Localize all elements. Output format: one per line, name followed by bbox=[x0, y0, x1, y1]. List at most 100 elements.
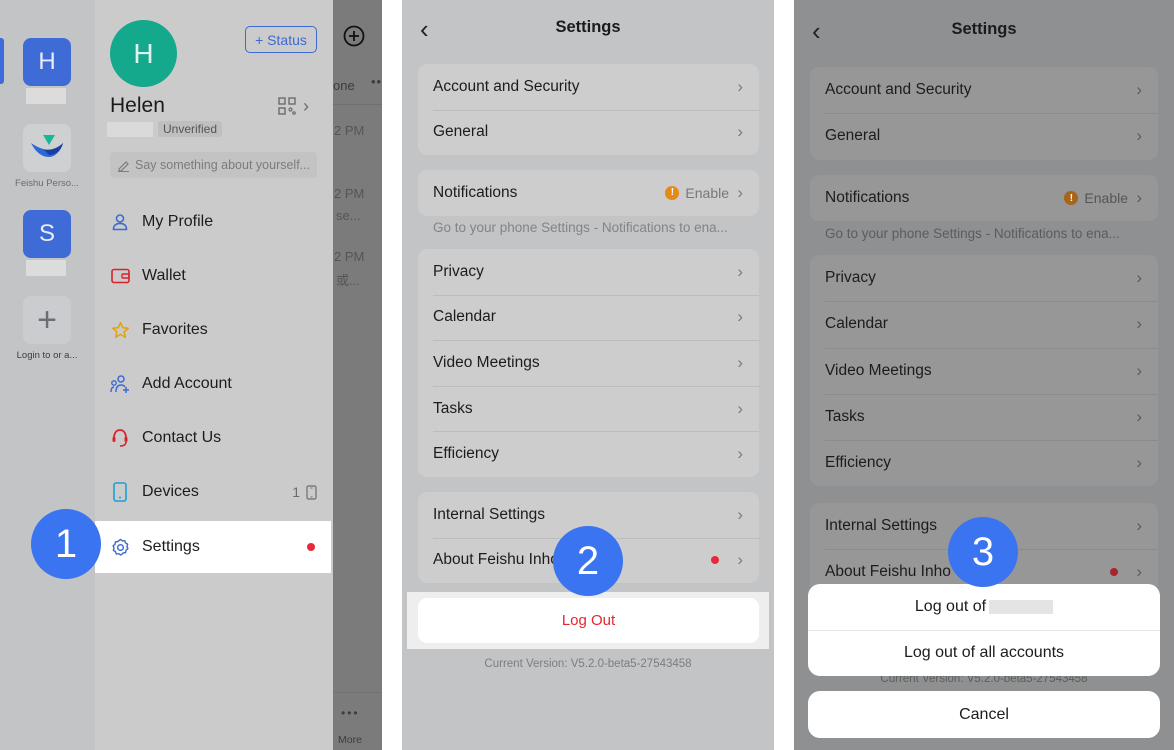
settings-row-notifications[interactable]: Notifications ! Enable › bbox=[810, 175, 1158, 221]
logout-all-accounts-option[interactable]: Log out of all accounts bbox=[808, 630, 1160, 676]
chevron-right-icon: › bbox=[1136, 453, 1142, 473]
panel-logout-sheet: ‹ Settings Account and Security › General… bbox=[794, 0, 1174, 750]
tenant-initial: S bbox=[38, 220, 55, 247]
settings-group-account: Account and Security › General › bbox=[810, 67, 1158, 160]
settings-row-calendar[interactable]: Calendar › bbox=[418, 294, 759, 341]
logout-button[interactable]: Log Out bbox=[418, 598, 759, 643]
settings-row-tasks[interactable]: Tasks › bbox=[418, 385, 759, 432]
chevron-right-icon: › bbox=[1136, 126, 1142, 146]
chat-snippet: se... bbox=[336, 208, 361, 223]
divider bbox=[333, 692, 382, 693]
qr-code-icon[interactable] bbox=[278, 97, 296, 115]
notification-status-text: Enable bbox=[685, 184, 729, 201]
row-label: General bbox=[825, 127, 881, 145]
row-label: Tasks bbox=[825, 408, 865, 426]
settings-row-privacy[interactable]: Privacy › bbox=[418, 249, 759, 295]
menu-item-favorites[interactable]: Favorites bbox=[95, 304, 333, 356]
row-label: Internal Settings bbox=[825, 517, 938, 535]
tenant-h[interactable]: H bbox=[23, 38, 71, 86]
row-label: General bbox=[433, 123, 489, 141]
chevron-right-icon: › bbox=[737, 307, 743, 327]
chevron-right-icon: › bbox=[1136, 314, 1142, 334]
menu-label: Favorites bbox=[142, 321, 208, 338]
tenant-name-redacted bbox=[26, 88, 66, 104]
tenant-initial: H bbox=[38, 48, 56, 75]
menu-item-my-profile[interactable]: My Profile bbox=[95, 196, 333, 248]
more-icon[interactable]: ••• bbox=[341, 706, 360, 720]
step-badge-3: 3 bbox=[948, 517, 1018, 587]
row-label: About Feishu Inho bbox=[825, 563, 951, 581]
settings-row-video-meetings[interactable]: Video Meetings › bbox=[810, 347, 1158, 394]
tenant-feishu-personal[interactable] bbox=[23, 124, 71, 172]
settings-row-privacy[interactable]: Privacy › bbox=[810, 255, 1158, 301]
person-icon bbox=[110, 212, 130, 232]
gear-icon bbox=[110, 537, 130, 557]
panel-side-drawer: H Feishu Perso... S + Login to or a... H… bbox=[0, 0, 382, 750]
chevron-right-icon: › bbox=[1136, 188, 1142, 208]
headset-icon bbox=[110, 428, 130, 448]
active-tenant-indicator bbox=[0, 38, 4, 84]
cancel-button[interactable]: Cancel bbox=[808, 691, 1160, 738]
plus-circle-icon[interactable] bbox=[343, 25, 365, 47]
menu-item-contact-us[interactable]: Contact Us bbox=[95, 412, 333, 464]
chevron-right-icon[interactable]: › bbox=[303, 96, 309, 117]
row-label: Tasks bbox=[433, 399, 473, 417]
red-dot-badge bbox=[711, 556, 719, 565]
chevron-right-icon: › bbox=[737, 122, 743, 142]
signature-placeholder: Say something about yourself... bbox=[135, 158, 311, 172]
settings-row-general[interactable]: General › bbox=[418, 109, 759, 156]
user-id-redacted bbox=[107, 122, 153, 137]
account-name-redacted bbox=[989, 600, 1054, 614]
row-label: Account and Security bbox=[825, 81, 972, 99]
settings-row-notifications[interactable]: Notifications ! Enable › bbox=[418, 170, 759, 216]
chat-tab-label[interactable]: one bbox=[333, 78, 355, 93]
device-count: 1 bbox=[292, 484, 317, 500]
settings-row-tasks[interactable]: Tasks › bbox=[810, 393, 1158, 440]
chevron-right-icon: › bbox=[1136, 360, 1142, 380]
avatar[interactable]: H bbox=[110, 20, 177, 87]
settings-row-account-security[interactable]: Account and Security › bbox=[418, 64, 759, 110]
row-label: Efficiency bbox=[825, 454, 892, 472]
settings-row-calendar[interactable]: Calendar › bbox=[810, 301, 1158, 347]
settings-group-notifications: Notifications ! Enable › bbox=[810, 175, 1158, 222]
profile-drawer: H + Status Helen › Unverified Say someth… bbox=[95, 0, 333, 750]
menu-label: Settings bbox=[142, 538, 200, 555]
add-tenant-button[interactable]: + bbox=[23, 296, 71, 344]
chat-snippet: 或... bbox=[336, 273, 360, 288]
menu-label: Wallet bbox=[142, 267, 186, 284]
step-badge-2: 2 bbox=[553, 526, 623, 596]
settings-row-general[interactable]: General › bbox=[810, 113, 1158, 159]
chevron-right-icon: › bbox=[737, 444, 743, 464]
menu-item-add-account[interactable]: Add Account bbox=[95, 358, 333, 410]
add-account-icon bbox=[110, 374, 130, 394]
more-tab-label[interactable]: More bbox=[338, 734, 362, 746]
add-status-button[interactable]: + Status bbox=[245, 26, 317, 53]
row-label: Efficiency bbox=[433, 445, 500, 463]
chevron-right-icon: › bbox=[737, 352, 743, 372]
add-tenant-label: Login to or a... bbox=[16, 350, 78, 361]
settings-row-video-meetings[interactable]: Video Meetings › bbox=[418, 340, 759, 386]
logout-current-account-option[interactable]: Log out of bbox=[808, 584, 1160, 630]
chevron-right-icon: › bbox=[1136, 407, 1142, 427]
tenant-s[interactable]: S bbox=[23, 210, 71, 258]
menu-label: Devices bbox=[142, 483, 199, 500]
page-title: Settings bbox=[951, 20, 1017, 38]
row-label: Internal Settings bbox=[433, 505, 546, 523]
settings-row-efficiency[interactable]: Efficiency › bbox=[810, 440, 1158, 486]
menu-item-wallet[interactable]: Wallet bbox=[95, 250, 333, 302]
menu-item-devices[interactable]: Devices 1 bbox=[95, 466, 333, 518]
signature-input[interactable]: Say something about yourself... bbox=[110, 152, 317, 178]
feishu-logo-icon bbox=[31, 135, 63, 157]
logout-action-sheet: Log out of Log out of all accounts bbox=[808, 584, 1160, 676]
chat-time: 2 PM bbox=[334, 123, 365, 138]
settings-row-account-security[interactable]: Account and Security › bbox=[810, 67, 1158, 113]
device-phone-icon bbox=[306, 484, 317, 500]
warning-icon: ! bbox=[1064, 191, 1079, 206]
menu-item-settings[interactable]: Settings bbox=[95, 521, 331, 573]
chevron-right-icon: › bbox=[737, 76, 743, 96]
row-label: Notifications bbox=[825, 189, 910, 207]
settings-row-efficiency[interactable]: Efficiency › bbox=[418, 431, 759, 477]
more-tabs-icon[interactable]: •• bbox=[371, 74, 382, 89]
cancel-label: Cancel bbox=[959, 705, 1009, 723]
chevron-right-icon: › bbox=[737, 504, 743, 524]
